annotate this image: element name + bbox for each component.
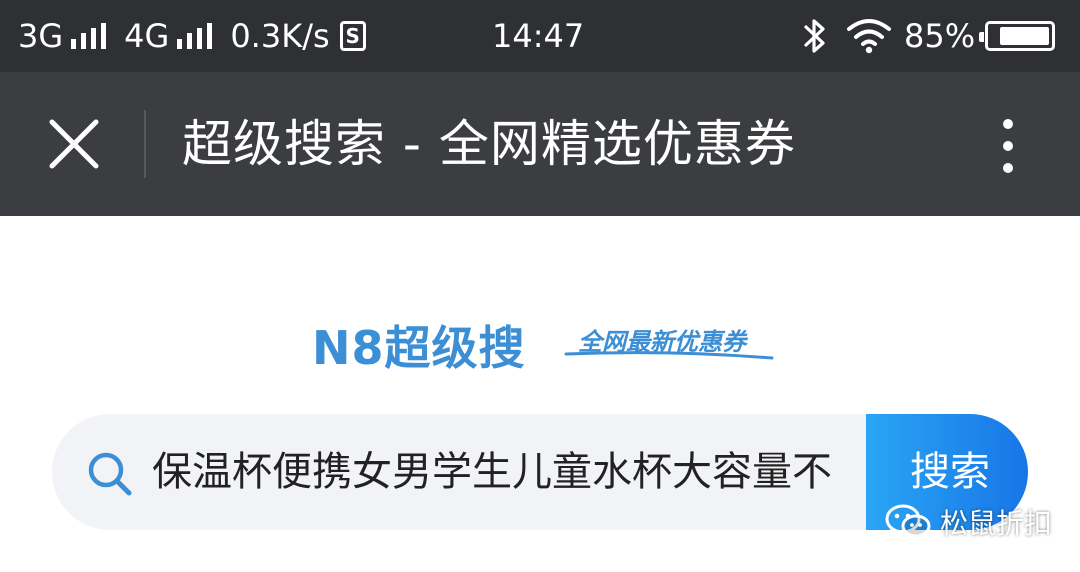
signal-bars-icon: [177, 23, 213, 49]
brand-logo: N8超级搜: [312, 321, 526, 375]
watermark: 松鼠折扣: [884, 500, 1052, 544]
watermark-text: 松鼠折扣: [940, 507, 1053, 540]
wechat-icon: [885, 504, 931, 539]
battery-percent: 85%: [904, 17, 976, 55]
slogan-underline: [564, 351, 774, 360]
clock: 14:47: [492, 17, 585, 55]
sd-card-icon: S: [339, 21, 366, 51]
signal-bars-icon: [71, 23, 107, 49]
search-icon: [88, 452, 132, 496]
network-4g-label: 4G: [124, 17, 170, 55]
battery-fill: [1000, 27, 1050, 45]
page-title: 超级搜索 - 全网精选优惠券: [182, 115, 796, 173]
nav-divider: [144, 110, 146, 178]
status-time: 14:47: [492, 0, 584, 72]
more-vertical-icon[interactable]: [990, 116, 1026, 176]
battery-icon: [979, 21, 1056, 51]
network-speed: 0.3K/s: [230, 17, 330, 55]
close-icon[interactable]: [42, 112, 106, 176]
search-input[interactable]: 保温杯便携女男学生儿童水杯大容量不: [152, 414, 866, 530]
status-left: 3G 4G 0.3K/s S: [18, 0, 366, 72]
wifi-icon: [847, 19, 891, 54]
status-right: 85%: [802, 0, 1056, 72]
nav-bar: 超级搜索 - 全网精选优惠券: [0, 72, 1080, 216]
status-bar: 3G 4G 0.3K/s S 14:47 85%: [0, 0, 1080, 72]
bluetooth-icon: [804, 19, 825, 53]
network-3g-label: 3G: [18, 17, 64, 55]
